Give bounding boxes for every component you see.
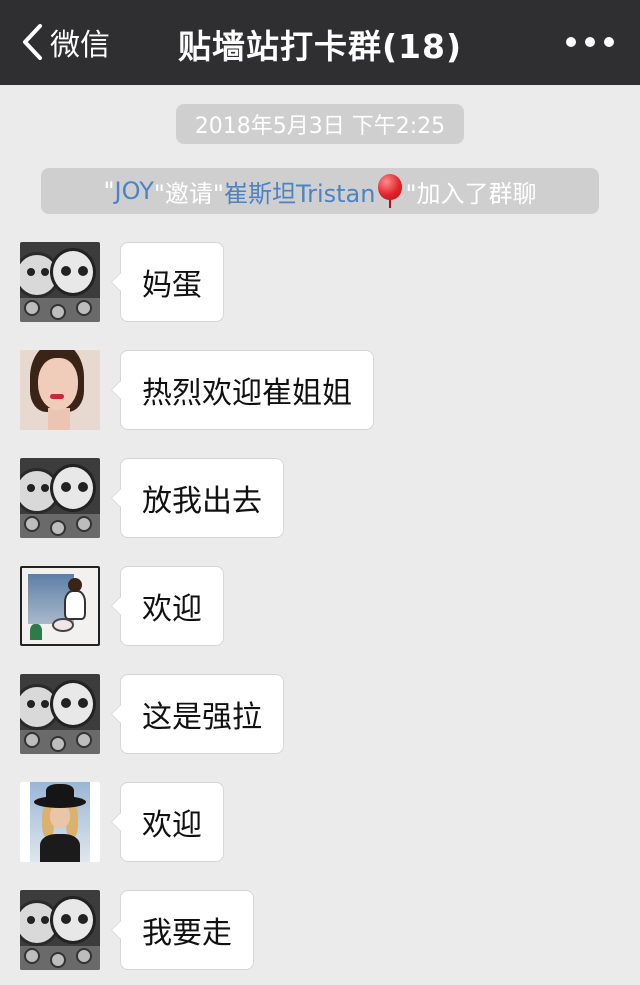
cartoon-avatar[interactable]	[20, 674, 100, 754]
notice-tail-text: "加入了群聊	[405, 179, 537, 208]
balloon-emoji-icon	[377, 174, 403, 208]
message-bubble[interactable]: 放我出去	[111, 458, 284, 538]
cartoon-avatar[interactable]	[20, 242, 100, 322]
system-notice: " JOY "邀请" 崔斯坦Tristan "加入了群聊	[41, 168, 599, 214]
message-bubble[interactable]: 欢迎	[111, 782, 224, 862]
inviter-name-link[interactable]: JOY	[115, 177, 154, 205]
cartoon-avatar[interactable]	[20, 458, 100, 538]
message-bubble[interactable]: 热烈欢迎崔姐姐	[111, 350, 374, 430]
timestamp-label: 2018年5月3日 下午2:25	[176, 104, 464, 144]
illustration-avatar[interactable]	[20, 566, 100, 646]
notice-invite-text: "邀请"	[153, 179, 224, 208]
message-bubble[interactable]: 这是强拉	[111, 674, 284, 754]
notice-quote: "	[103, 177, 115, 205]
invitee-name-link[interactable]: 崔斯坦Tristan	[224, 174, 376, 209]
message-bubble[interactable]: 欢迎	[111, 566, 224, 646]
woman-portrait-avatar[interactable]	[20, 350, 100, 430]
message-bubble[interactable]: 我要走	[111, 890, 254, 970]
chat-title: 贴墙站打卡群(18)	[177, 27, 463, 66]
top-navigation-bar: 微信 贴墙站打卡群(18)	[0, 0, 640, 85]
hat-woman-avatar[interactable]	[20, 782, 100, 862]
cartoon-avatar[interactable]	[20, 890, 100, 970]
more-options-icon[interactable]	[566, 30, 614, 54]
message-bubble[interactable]: 妈蛋	[111, 242, 224, 322]
